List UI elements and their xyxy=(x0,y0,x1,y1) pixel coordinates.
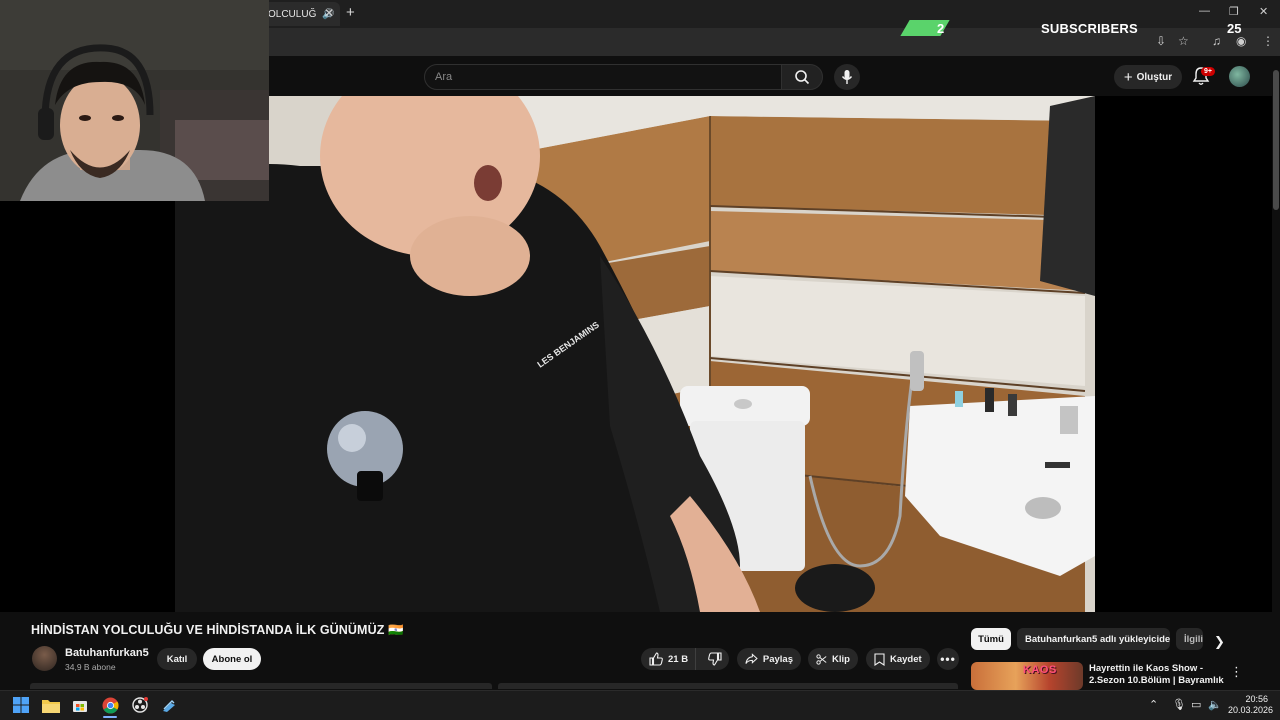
subscriber-count: 2 xyxy=(937,21,945,36)
search-box[interactable] xyxy=(424,64,782,90)
save-button[interactable]: Kaydet xyxy=(866,648,930,670)
webcam-overlay xyxy=(0,0,269,201)
video-title: HİNDİSTAN YOLCULUĞU VE HİNDİSTANDA İLK G… xyxy=(31,623,404,637)
channel-avatar[interactable] xyxy=(32,646,57,671)
subscribe-button[interactable]: Abone ol xyxy=(203,648,261,670)
create-button[interactable]: + Oluştur xyxy=(1114,65,1182,89)
search-button[interactable] xyxy=(781,64,823,90)
tab-title: OLCULUĞ xyxy=(268,8,317,20)
screen: OLCULUĞ 🔊 ✕ + — ❐ ✕ ⇩ ☆ ♫ ◉ ⋮ 2 SUBSCRIB… xyxy=(0,0,1280,720)
chrome-icon[interactable] xyxy=(100,695,120,715)
clip-label: Klip xyxy=(832,653,850,665)
chip-all[interactable]: Tümü xyxy=(971,628,1011,650)
volume-icon[interactable]: 🔈 xyxy=(1208,698,1222,711)
like-count: 21 B xyxy=(668,653,689,665)
window-maximize-button[interactable]: ❐ xyxy=(1229,5,1239,18)
windows-taskbar xyxy=(0,690,1280,720)
like-dislike-group: 21 B xyxy=(641,648,729,670)
microphone-tray-icon[interactable]: 🎙 xyxy=(1172,698,1186,711)
windows-start-icon[interactable] xyxy=(11,695,31,715)
join-button[interactable]: Katıl xyxy=(157,648,197,670)
bookmark-icon xyxy=(874,652,885,666)
microsoft-store-icon[interactable] xyxy=(70,695,90,715)
chip-from-uploader[interactable]: Batuhanfurkan5 adlı yükleyiciden xyxy=(1017,628,1170,650)
steam-icon[interactable] xyxy=(159,695,179,715)
plus-icon: + xyxy=(1123,68,1133,86)
share-icon xyxy=(745,653,758,664)
subscriber-goal-overlay: 2 SUBSCRIBERS 25 xyxy=(900,18,1265,40)
scissors-icon xyxy=(816,653,827,665)
create-label: Oluştur xyxy=(1136,71,1173,83)
subscribers-label: SUBSCRIBERS xyxy=(1041,21,1138,36)
save-label: Kaydet xyxy=(890,653,922,665)
scrollbar-thumb[interactable] xyxy=(1273,70,1279,210)
display-icon[interactable]: ▭ xyxy=(1191,698,1201,711)
clock-time[interactable]: 20:56 xyxy=(1232,694,1268,704)
microphone-icon xyxy=(841,70,853,84)
subscriber-goal: 25 xyxy=(1227,21,1242,36)
tab-close-icon[interactable]: ✕ xyxy=(324,6,334,20)
window-close-button[interactable]: ✕ xyxy=(1259,5,1268,18)
dislike-button[interactable] xyxy=(701,648,729,670)
like-button[interactable]: 21 B xyxy=(641,648,696,670)
chevron-right-icon[interactable]: ❯ xyxy=(1214,634,1225,650)
clock-date[interactable]: 20.03.2026 xyxy=(1228,705,1273,715)
more-actions-button[interactable]: ••• xyxy=(937,648,959,670)
window-minimize-button[interactable]: — xyxy=(1199,5,1210,17)
clip-button[interactable]: Klip xyxy=(808,648,858,670)
account-avatar[interactable] xyxy=(1229,66,1250,87)
thumbs-up-icon xyxy=(649,652,663,666)
active-app-indicator xyxy=(103,716,117,718)
chip-related[interactable]: İlgili xyxy=(1176,628,1203,650)
new-tab-button[interactable]: + xyxy=(346,4,355,21)
chevron-up-icon[interactable]: ⌃ xyxy=(1149,698,1158,711)
channel-subscriber-count: 34,9 B abone xyxy=(65,662,116,672)
share-button[interactable]: Paylaş xyxy=(737,648,801,670)
more-vertical-icon[interactable]: ⋮ xyxy=(1230,664,1243,680)
search-input[interactable] xyxy=(435,71,781,83)
search-icon xyxy=(795,70,810,85)
thumbnail-text: KAOS xyxy=(1023,664,1057,676)
description-box[interactable] xyxy=(30,683,492,689)
voice-search-button[interactable] xyxy=(834,64,860,90)
channel-name[interactable]: Batuhanfurkan5 xyxy=(65,647,149,659)
comments-box[interactable] xyxy=(498,683,958,689)
streamer-webcam-image xyxy=(0,0,269,201)
thumbs-down-icon xyxy=(708,652,722,666)
more-horizontal-icon: ••• xyxy=(940,652,956,666)
share-label: Paylaş xyxy=(762,653,793,665)
file-explorer-icon[interactable] xyxy=(41,695,61,715)
notification-badge: 9+ xyxy=(1201,67,1215,76)
obs-icon[interactable] xyxy=(130,695,150,715)
